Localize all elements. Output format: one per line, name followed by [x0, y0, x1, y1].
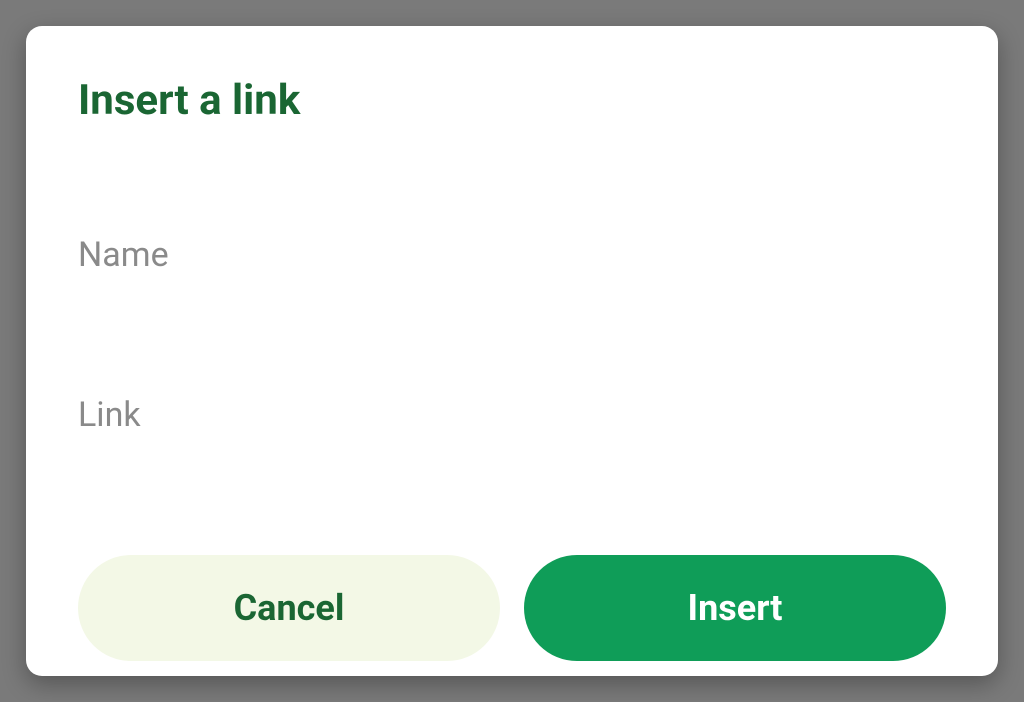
cancel-button[interactable]: Cancel [78, 555, 500, 661]
dialog-title: Insert a link [78, 76, 946, 125]
insert-button[interactable]: Insert [524, 555, 946, 661]
name-input[interactable] [78, 275, 946, 325]
button-row: Cancel Insert [78, 555, 946, 661]
name-label: Name [78, 235, 946, 275]
link-field-group: Link [78, 395, 946, 485]
name-field-group: Name [78, 235, 946, 325]
form-fields: Name Link [78, 235, 946, 555]
link-input[interactable] [78, 435, 946, 485]
insert-link-dialog: Insert a link Name Link Cancel Insert [26, 26, 998, 676]
link-label: Link [78, 395, 946, 435]
